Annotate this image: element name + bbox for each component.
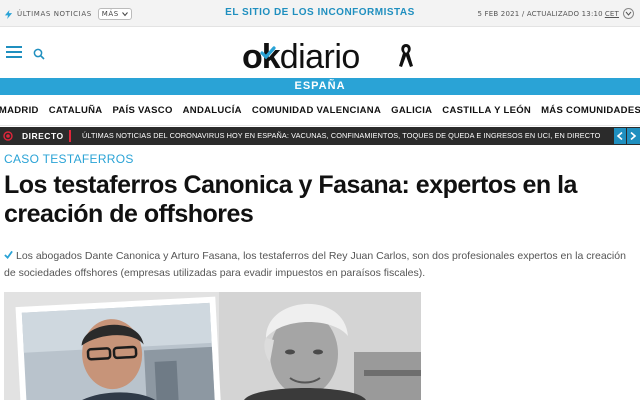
- chevron-down-icon: [121, 12, 128, 17]
- ticker-headline[interactable]: ÚLTIMAS NOTICIAS DEL CORONAVIRUS HOY EN …: [82, 131, 600, 140]
- menu-icon[interactable]: [6, 46, 22, 58]
- region-link[interactable]: CASTILLA Y LEÓN: [442, 105, 531, 116]
- logo-diario: diario: [279, 38, 361, 76]
- site-header: ok diario: [0, 28, 640, 76]
- live-label[interactable]: DIRECTO: [17, 130, 71, 142]
- arrow-left-icon: [616, 132, 623, 140]
- live-ticker: DIRECTO ÚLTIMAS NOTICIAS DEL CORONAVIRUS…: [0, 127, 640, 145]
- expand-icon[interactable]: [623, 8, 634, 19]
- region-link[interactable]: ANDALUCÍA: [183, 105, 242, 116]
- arrow-right-icon: [630, 132, 637, 140]
- check-icon: [4, 250, 13, 259]
- regions-nav: MADRID CATALUÑA PAÍS VASCO ANDALUCÍA COM…: [0, 96, 640, 126]
- mourning-ribbon-icon: [399, 44, 413, 67]
- region-link[interactable]: COMUNIDAD VALENCIANA: [252, 105, 381, 116]
- region-link[interactable]: MÁS COMUNIDADES: [541, 105, 640, 116]
- ticker-prev-button[interactable]: [614, 128, 626, 144]
- article-photo: [4, 292, 421, 400]
- article-summary: Los abogados Dante Canonica y Arturo Fas…: [4, 248, 632, 282]
- article-summary-text: Los abogados Dante Canonica y Arturo Fas…: [4, 250, 626, 279]
- check-icon: [260, 46, 276, 60]
- live-icon: [3, 131, 13, 141]
- top-utility-bar: ÚLTIMAS NOTICIAS MÁS EL SITIO DE LOS INC…: [0, 0, 640, 27]
- ticker-next-button[interactable]: [627, 128, 640, 144]
- article-headline: Los testaferros Canonica y Fasana: exper…: [4, 171, 577, 228]
- search-icon[interactable]: [33, 48, 45, 60]
- section-title[interactable]: ESPAÑA: [0, 78, 640, 95]
- region-link[interactable]: CATALUÑA: [49, 105, 103, 116]
- bolt-icon: [4, 9, 13, 19]
- article-category[interactable]: CASO TESTAFERROS: [4, 152, 134, 166]
- region-link[interactable]: PAÍS VASCO: [112, 105, 172, 116]
- timezone-link[interactable]: CET: [605, 10, 619, 18]
- more-dropdown[interactable]: MÁS: [97, 8, 132, 20]
- region-link[interactable]: MADRID: [0, 105, 39, 116]
- update-date: 5 FEB 2021 / ACTUALIZADO 13:10: [477, 9, 603, 18]
- more-dropdown-label: MÁS: [101, 10, 119, 18]
- latest-news-group: ÚLTIMAS NOTICIAS MÁS: [4, 8, 132, 20]
- site-logo[interactable]: ok diario: [242, 34, 360, 74]
- latest-news-label: ÚLTIMAS NOTICIAS: [17, 10, 92, 18]
- region-link[interactable]: GALICIA: [391, 105, 432, 116]
- date-info: 5 FEB 2021 / ACTUALIZADO 13:10 CET: [477, 8, 634, 19]
